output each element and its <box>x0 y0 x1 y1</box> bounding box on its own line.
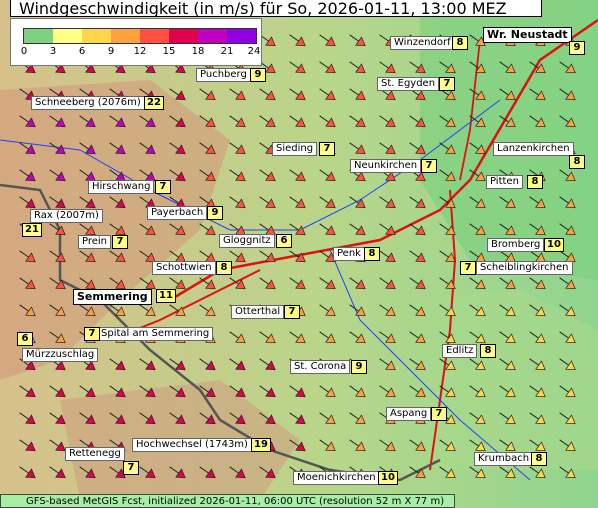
place-label: Neunkirchen <box>350 159 422 173</box>
place-label: Hochwechsel (1743m) <box>132 438 252 452</box>
legend-swatch <box>140 29 169 43</box>
place-label: Penk <box>333 247 365 261</box>
place-label: Hirschwang <box>88 180 155 194</box>
wind-value-badge: 9 <box>351 360 367 374</box>
legend-tick: 24 <box>247 46 261 57</box>
place-label: Prein <box>78 235 112 249</box>
wind-value-badge: 19 <box>251 438 271 452</box>
wind-value-badge: 10 <box>544 238 564 252</box>
place-label: St. Corona <box>290 360 351 374</box>
wind-value-badge: 9 <box>207 206 223 220</box>
place-label: Schottwien <box>152 261 216 275</box>
forecast-footer: GFS-based MetGIS Fcst, initialized 2026-… <box>0 494 455 508</box>
place-label: Wr. Neustadt <box>483 27 572 43</box>
legend-swatch <box>198 29 227 43</box>
place-label: Mürzzuschlag <box>22 348 99 362</box>
wind-value-badge: 7 <box>439 77 455 91</box>
wind-value-badge: 8 <box>480 344 496 358</box>
place-label: Aspang <box>386 407 432 421</box>
legend-tick: 18 <box>191 46 205 57</box>
place-label: Winzendorf <box>390 36 455 50</box>
wind-value-badge: 8 <box>452 36 468 50</box>
place-label: Lanzenkirchen <box>493 142 574 156</box>
legend-tick: 12 <box>133 46 147 57</box>
place-label: Edlitz <box>442 344 478 358</box>
place-label: Bromberg <box>487 238 545 252</box>
place-label: Rettenegg <box>65 447 125 461</box>
wind-value-badge: 6 <box>17 332 33 346</box>
place-label: Scheiblingkirchen <box>476 261 573 275</box>
wind-value-badge: 7 <box>319 142 335 156</box>
wind-value-badge: 21 <box>22 223 42 237</box>
wind-value-badge: 6 <box>276 234 292 248</box>
legend-tick: 21 <box>220 46 234 57</box>
wind-value-badge: 9 <box>250 68 266 82</box>
place-label: Sieding <box>272 142 318 156</box>
wind-value-badge: 7 <box>460 261 476 275</box>
wind-map: Windgeschwindigkeit (in m/s) für So, 202… <box>0 0 598 508</box>
place-label: Moenichkirchen <box>293 471 380 485</box>
place-label: Schneeberg (2076m) <box>31 96 145 110</box>
map-title: Windgeschwindigkeit (in m/s) für So, 202… <box>10 0 542 17</box>
wind-value-badge: 8 <box>216 261 232 275</box>
legend-swatch <box>24 29 53 43</box>
legend-swatch <box>169 29 198 43</box>
place-label: Otterthal <box>231 305 285 319</box>
wind-value-badge: 8 <box>531 452 547 466</box>
place-label: Pitten <box>486 175 523 189</box>
place-label: Semmering <box>73 289 152 305</box>
terrain-layer <box>0 0 598 508</box>
place-label: St. Egyden <box>377 77 440 91</box>
wind-value-badge: 7 <box>123 461 139 475</box>
wind-value-badge: 7 <box>431 407 447 421</box>
legend-tick: 9 <box>107 46 115 57</box>
wind-value-badge: 8 <box>569 155 585 169</box>
place-label: Krumbach <box>474 452 534 466</box>
wind-value-badge: 22 <box>144 96 164 110</box>
legend-color-bar <box>23 28 257 44</box>
place-label: Gloggnitz <box>219 234 275 248</box>
wind-value-badge: 7 <box>112 235 128 249</box>
legend-swatch <box>53 29 82 43</box>
wind-value-badge: 8 <box>527 175 543 189</box>
wind-value-badge: 11 <box>156 289 176 303</box>
wind-value-badge: 10 <box>378 471 398 485</box>
wind-value-badge: 7 <box>421 159 437 173</box>
legend-tick: 15 <box>162 46 176 57</box>
legend-tick: 6 <box>78 46 86 57</box>
place-label: Payerbach <box>147 206 208 220</box>
speed-legend: 0 3 6 9 12 15 18 21 24 <box>10 18 262 66</box>
place-label: Spital am Semmering <box>97 327 214 341</box>
place-label: Puchberg <box>196 68 251 82</box>
legend-swatch <box>227 29 256 43</box>
wind-value-badge: 9 <box>569 41 585 55</box>
legend-tick: 0 <box>20 46 28 57</box>
lowland-area <box>400 290 598 470</box>
wind-value-badge: 7 <box>84 327 100 341</box>
legend-tick: 3 <box>49 46 57 57</box>
place-label: Rax (2007m) <box>30 209 103 223</box>
wind-value-badge: 7 <box>284 305 300 319</box>
wind-value-badge: 7 <box>155 180 171 194</box>
legend-swatch <box>111 29 140 43</box>
wind-value-badge: 8 <box>364 247 380 261</box>
legend-swatch <box>82 29 111 43</box>
